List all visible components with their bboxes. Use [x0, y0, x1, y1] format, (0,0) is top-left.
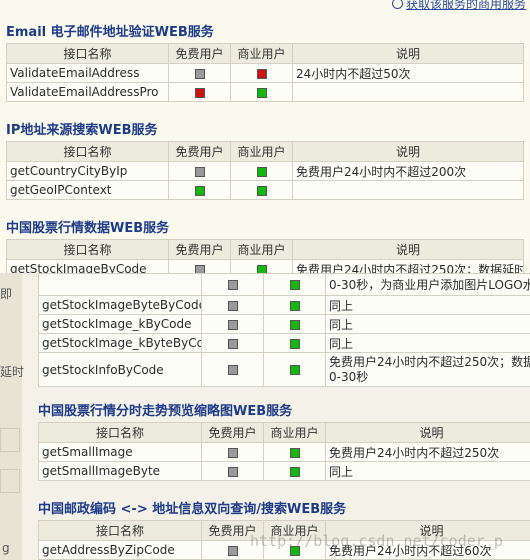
- free-status-icon: [227, 545, 238, 556]
- interface-name-partial: [38, 273, 202, 296]
- table-row: getStockImage_kByteByCode 同上: [38, 333, 530, 353]
- col-header-name: 接口名称: [38, 422, 202, 443]
- thumbnail-section-title: 中国股票行情分时走势预览缩略图WEB服务: [38, 404, 293, 419]
- table-row: ValidateEmailAddressPro: [6, 82, 524, 102]
- col-header-desc: 说明: [292, 141, 524, 162]
- col-header-name: 接口名称: [6, 141, 169, 162]
- interface-name[interactable]: getStockInfoByCode: [38, 352, 202, 387]
- table-row: 0-30秒，为商业用户添加图片LOGO水印: [38, 273, 530, 296]
- business-status-icon: [289, 365, 300, 375]
- description: [292, 82, 524, 102]
- interface-name[interactable]: getCountryCityByIp: [6, 161, 169, 181]
- table-row: getCountryCityByIp 免费用户24小时内不超过200次: [6, 161, 524, 181]
- table-row: getStockInfoByCode 免费用户24小时内不超过250次；数据延时…: [38, 352, 530, 387]
- stock-section-title: 中国股票行情数据WEB服务: [6, 221, 170, 236]
- col-header-business: 商业用户: [263, 422, 326, 443]
- postal-section-title: 中国邮政编码 <-> 地址信息双向查询/搜索WEB服务: [38, 502, 347, 517]
- left-edge-box: [0, 428, 20, 452]
- free-status-icon: [227, 338, 238, 349]
- col-header-free: 免费用户: [168, 43, 231, 64]
- left-edge-box: [0, 469, 20, 493]
- free-status-icon: [194, 87, 205, 98]
- interface-name[interactable]: getStockImageByteByCode: [38, 295, 202, 315]
- description: 0-30秒，为商业用户添加图片LOGO水印: [325, 273, 530, 296]
- col-header-business: 商业用户: [230, 239, 293, 260]
- front-content: 0-30秒，为商业用户添加图片LOGO水印 getStockImageByteB…: [38, 273, 530, 560]
- free-status-icon: [227, 447, 238, 458]
- business-status-icon: [289, 319, 300, 330]
- description: 同上: [325, 333, 530, 353]
- free-status-icon: [194, 185, 205, 196]
- business-status-icon: [289, 280, 300, 290]
- description: 免费用户24小时内不超过250次；数据延时: [329, 354, 530, 369]
- table-row: getSmallImageByte 同上: [38, 461, 530, 481]
- col-header-name: 接口名称: [6, 43, 169, 64]
- description: 同上: [325, 461, 530, 481]
- description: 免费用户24小时内不超过200次: [292, 161, 524, 181]
- col-header-business: 商业用户: [230, 141, 293, 162]
- description: 同上: [325, 314, 530, 334]
- business-status-icon: [289, 338, 300, 349]
- table-row: ValidateEmailAddress 24小时内不超过50次: [6, 63, 524, 83]
- front-window: 即 延时 g 0-30秒，为商业用户添加图片LOGO水印 getStockIma…: [0, 273, 530, 560]
- ip-section-title: IP地址来源搜索WEB服务: [6, 123, 158, 138]
- description: 免费用户24小时内不超过250次: [325, 442, 530, 462]
- business-status-icon: [256, 87, 267, 98]
- col-header-name: 接口名称: [38, 520, 202, 541]
- left-fragment: 即: [0, 287, 13, 301]
- thumbnail-service-table: 接口名称 免费用户 商业用户 说明 getSmallImage 免费用户24小时…: [38, 422, 530, 481]
- left-fragment: g: [2, 541, 10, 555]
- interface-name[interactable]: getAddressByZipCode: [38, 540, 202, 560]
- stock-rows-table: 0-30秒，为商业用户添加图片LOGO水印 getStockImageByteB…: [38, 273, 530, 387]
- free-status-icon: [227, 319, 238, 330]
- interface-name[interactable]: getStockImage_kByCode: [38, 314, 202, 334]
- business-status-icon: [289, 300, 300, 311]
- col-header-free: 免费用户: [168, 141, 231, 162]
- table-row: getGeoIPContext: [6, 180, 524, 200]
- description-line2: 0-30秒: [329, 369, 369, 384]
- free-status-icon: [227, 280, 238, 290]
- col-header-free: 免费用户: [168, 239, 231, 260]
- col-header-free: 免费用户: [201, 422, 264, 443]
- email-service-table: 接口名称 免费用户 商业用户 说明 ValidateEmailAddress 2…: [6, 43, 524, 102]
- business-status-icon: [256, 185, 267, 196]
- business-status-icon: [289, 466, 300, 477]
- description: 同上: [325, 295, 530, 315]
- free-status-icon: [227, 300, 238, 311]
- email-section-title: Email 电子邮件地址验证WEB服务: [6, 25, 214, 40]
- free-status-icon: [194, 68, 205, 79]
- col-header-business: 商业用户: [230, 43, 293, 64]
- interface-name[interactable]: getStockImage_kByteByCode: [38, 333, 202, 353]
- interface-name[interactable]: getSmallImage: [38, 442, 202, 462]
- free-status-icon: [194, 166, 205, 177]
- interface-name[interactable]: getSmallImageByte: [38, 461, 202, 481]
- free-status-icon: [227, 365, 238, 375]
- interface-name[interactable]: ValidateEmailAddress: [6, 63, 169, 83]
- col-header-desc: 说明: [325, 422, 530, 443]
- business-status-icon: [256, 166, 267, 177]
- table-row: getStockImageByteByCode 同上: [38, 295, 530, 315]
- ip-service-table: 接口名称 免费用户 商业用户 说明 getCountryCityByIp 免费用…: [6, 141, 524, 200]
- col-header-name: 接口名称: [6, 239, 169, 260]
- description: [292, 180, 524, 200]
- col-header-desc: 说明: [292, 43, 524, 64]
- commercial-service-link[interactable]: 获取该服务的商用服务: [391, 0, 526, 12]
- table-row: getStockImage_kByCode 同上: [38, 314, 530, 334]
- left-edge-strip: [0, 273, 22, 560]
- interface-name[interactable]: getGeoIPContext: [6, 180, 169, 200]
- info-icon: [391, 0, 403, 9]
- table-row: getSmallImage 免费用户24小时内不超过250次: [38, 442, 530, 462]
- watermark: http://blog.csdn.net/coder_p: [250, 532, 503, 550]
- col-header-desc: 说明: [292, 239, 524, 260]
- business-status-icon: [289, 447, 300, 458]
- free-status-icon: [227, 466, 238, 477]
- business-status-icon: [256, 68, 267, 79]
- description: 24小时内不超过50次: [292, 63, 524, 83]
- left-fragment: 延时: [0, 365, 25, 379]
- interface-name[interactable]: ValidateEmailAddressPro: [6, 82, 169, 102]
